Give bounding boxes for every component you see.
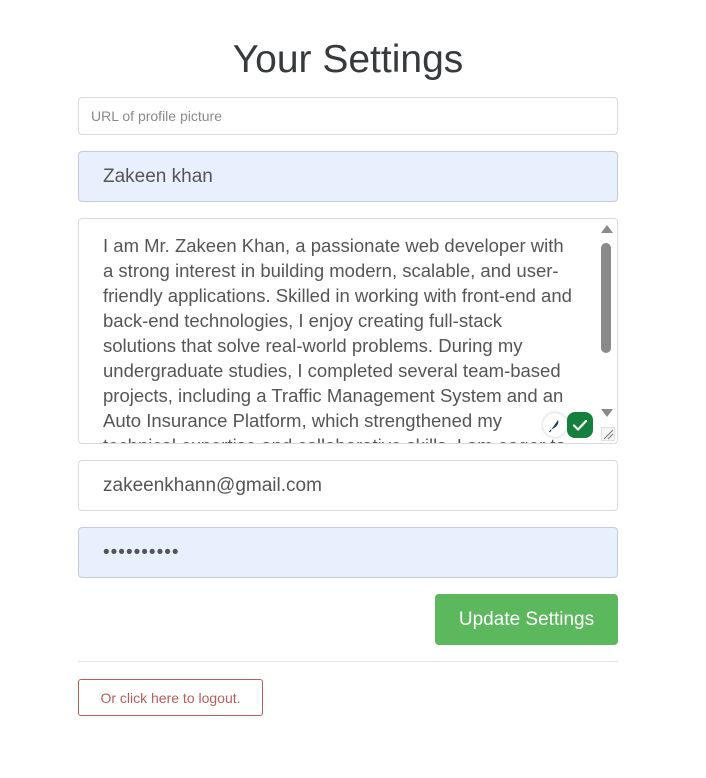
profile-picture-url-input[interactable] bbox=[78, 97, 618, 135]
scroll-up-arrow-icon[interactable] bbox=[601, 225, 613, 233]
resize-handle-icon[interactable] bbox=[601, 427, 615, 441]
bio-textarea[interactable]: I am Mr. Zakeen Khan, a passionate web d… bbox=[78, 218, 618, 444]
scroll-thumb[interactable] bbox=[601, 243, 611, 353]
scroll-down-arrow-icon[interactable] bbox=[601, 409, 613, 417]
email-input[interactable] bbox=[78, 460, 618, 511]
grammar-assistant-widget[interactable] bbox=[543, 411, 593, 439]
password-input[interactable] bbox=[78, 527, 618, 578]
divider bbox=[78, 661, 618, 662]
bio-text: I am Mr. Zakeen Khan, a passionate web d… bbox=[103, 235, 572, 443]
logout-button[interactable]: Or click here to logout. bbox=[78, 679, 263, 716]
username-input[interactable] bbox=[78, 151, 618, 202]
feather-icon[interactable] bbox=[543, 413, 567, 437]
update-settings-button[interactable]: Update Settings bbox=[435, 594, 618, 645]
bio-scrollbar[interactable] bbox=[597, 219, 617, 443]
check-icon[interactable] bbox=[567, 412, 593, 438]
page-title: Your Settings bbox=[232, 38, 464, 81]
